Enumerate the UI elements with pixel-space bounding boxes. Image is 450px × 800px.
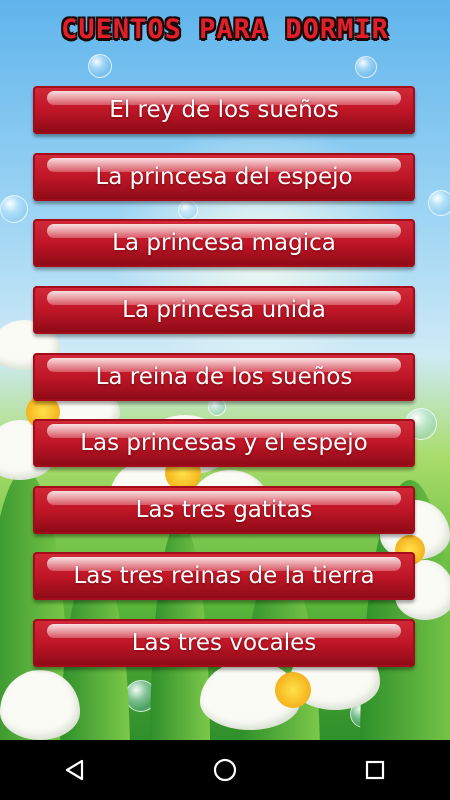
back-triangle-icon [65,759,84,781]
story-button-label: La princesa unida [122,297,326,323]
nav-recents-button[interactable] [345,740,405,800]
bubble [355,56,377,78]
story-button-label: Las tres vocales [131,630,317,656]
story-button-label: Las tres reinas de la tierra [73,563,375,589]
bubble [428,190,450,216]
story-button-label: Las tres gatitas [135,497,313,523]
home-circle-icon [213,758,237,782]
story-button-reina-suenos[interactable]: La reina de los sueños [33,353,415,401]
story-button-rey-suenos[interactable]: El rey de los sueños [33,86,415,134]
story-button-princesa-unida[interactable]: La princesa unida [33,286,415,334]
story-button-tres-gatitas[interactable]: Las tres gatitas [33,486,415,534]
story-button-tres-vocales[interactable]: Las tres vocales [33,619,415,667]
story-button-princesa-magica[interactable]: La princesa magica [33,219,415,267]
story-button-princesa-espejo[interactable]: La princesa del espejo [33,153,415,201]
story-button-tres-reinas[interactable]: Las tres reinas de la tierra [33,552,415,600]
story-button-label: Las princesas y el espejo [80,430,368,456]
story-button-label: La princesa magica [112,230,336,256]
bubble [88,54,112,78]
app-title: CUENTOS PARA DORMIR [61,14,389,45]
story-button-label: La reina de los sueños [95,364,353,390]
bubble [178,200,198,220]
bubble [0,195,28,223]
story-button-princesas-espejo[interactable]: Las princesas y el espejo [33,419,415,467]
nav-home-button[interactable] [195,740,255,800]
story-button-label: El rey de los sueños [109,97,339,123]
flower-center [275,672,311,708]
nav-back-button[interactable] [45,740,105,800]
story-button-label: La princesa del espejo [95,164,353,190]
system-navigation-bar [0,740,450,800]
recents-square-icon [365,760,385,780]
